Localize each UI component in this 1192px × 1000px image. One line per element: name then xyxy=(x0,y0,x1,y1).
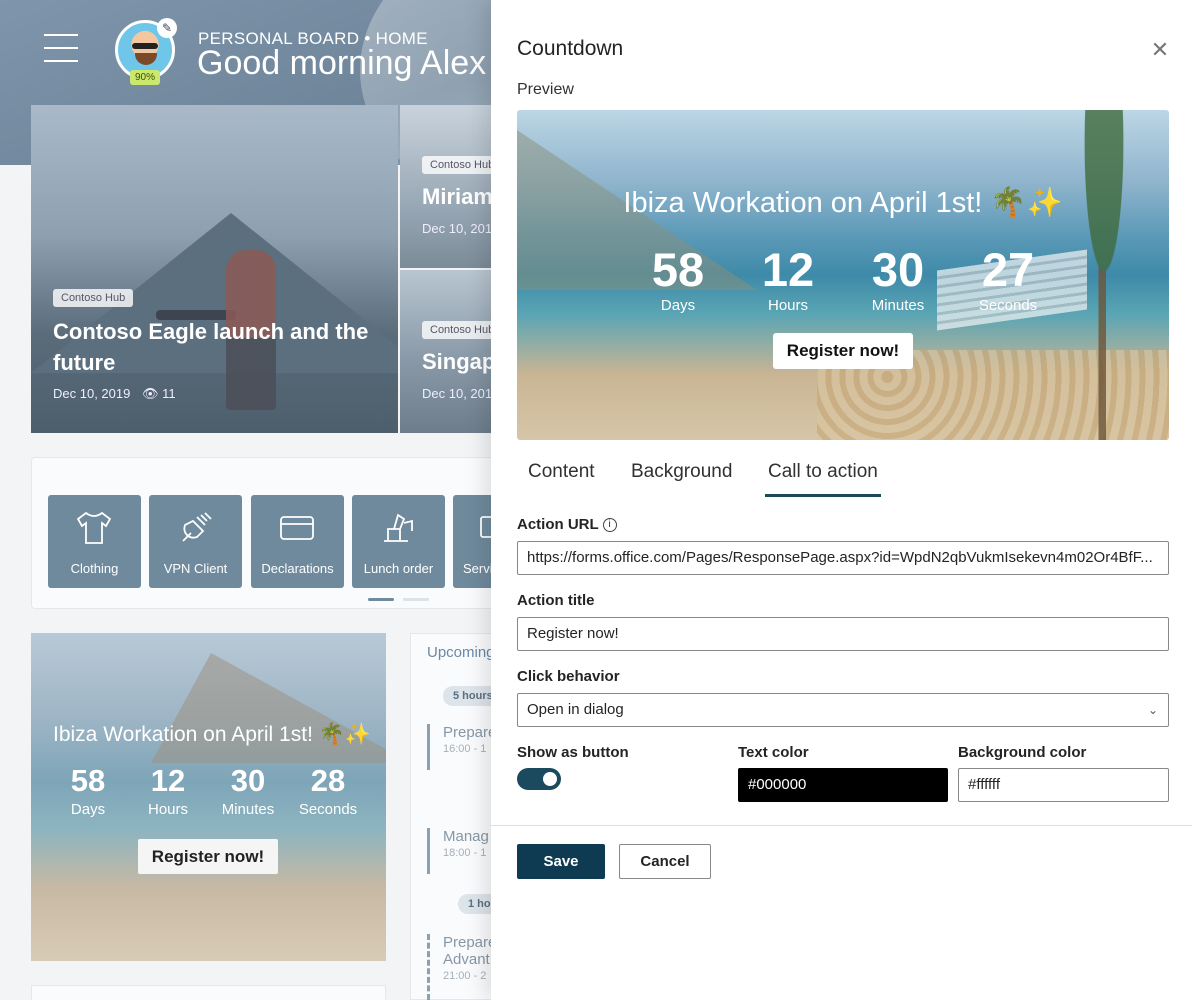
countdown-days-label: Days xyxy=(70,801,106,818)
quick-link-lunch-order[interactable]: Lunch order xyxy=(352,495,445,588)
event-time: 21:00 - 2 xyxy=(443,970,487,982)
quick-link-vpn-client[interactable]: VPN Client xyxy=(149,495,242,588)
show-as-button-label: Show as button xyxy=(517,744,629,761)
news-views: 11 xyxy=(162,386,176,401)
footer-divider xyxy=(491,825,1192,826)
countdown-settings-panel: Countdown ✕ Preview Ibiza Workation on A… xyxy=(491,0,1192,1000)
news-title[interactable]: Miriam xyxy=(422,181,493,212)
countdown-seconds-value: 28 xyxy=(310,763,346,798)
event-time: 16:00 - 1 xyxy=(443,743,487,755)
tab-background[interactable]: Background xyxy=(631,461,732,497)
preview-seconds-label: Seconds xyxy=(978,297,1038,314)
preview-minutes-label: Minutes xyxy=(871,297,925,314)
edit-pencil-icon[interactable]: ✎ xyxy=(157,18,177,38)
credit-card-icon xyxy=(280,516,314,540)
click-behavior-label: Click behavior xyxy=(517,668,620,685)
quick-link-clothing[interactable]: Clothing xyxy=(48,495,141,588)
text-color-input[interactable]: #000000 xyxy=(738,768,948,802)
action-url-label-row: Action URL i xyxy=(517,516,617,533)
action-title-input[interactable]: Register now! xyxy=(517,617,1169,651)
register-button[interactable]: Register now! xyxy=(138,839,278,874)
news-date: Dec 10, 2019 xyxy=(422,221,500,236)
quick-link-declarations[interactable]: Declarations xyxy=(251,495,344,588)
upcoming-title: Upcoming xyxy=(427,644,495,661)
news-date: Dec 10, 2019 xyxy=(422,386,500,401)
news-tag: Contoso Hub xyxy=(53,289,134,307)
news-title[interactable]: Contoso Eagle launch and the future xyxy=(53,316,383,378)
countdown-preview: Ibiza Workation on April 1st! 🌴✨ 58 Days… xyxy=(517,110,1169,440)
preview-hours-label: Hours xyxy=(767,297,808,314)
event-time: 18:00 - 1 xyxy=(443,847,487,859)
countdown-minutes-value: 30 xyxy=(230,763,266,798)
show-as-button-toggle[interactable] xyxy=(517,768,561,790)
countdown-hours-label: Hours xyxy=(147,801,188,818)
quick-link-label: Lunch order xyxy=(363,561,434,576)
eye-icon: 👁 xyxy=(141,386,159,401)
hamburger-menu-icon[interactable] xyxy=(44,34,78,64)
chevron-down-icon: ⌄ xyxy=(1147,703,1158,717)
event-item[interactable]: Prepare Advant 21:00 - 2 xyxy=(427,934,497,1000)
info-icon[interactable]: i xyxy=(602,518,617,532)
preview-label: Preview xyxy=(517,81,574,98)
save-button[interactable]: Save xyxy=(517,844,605,879)
carousel-dot-active[interactable] xyxy=(368,598,394,601)
plug-icon xyxy=(182,512,212,542)
news-title[interactable]: Singap xyxy=(422,346,495,377)
preview-minutes-value: 30 xyxy=(871,243,925,296)
news-card-featured[interactable]: Contoso Hub Contoso Eagle launch and the… xyxy=(31,105,398,433)
preview-register-button[interactable]: Register now! xyxy=(773,333,913,369)
countdown-card: Ibiza Workation on April 1st! 🌴✨ 58 Days… xyxy=(31,633,386,961)
countdown-days-value: 58 xyxy=(70,763,106,798)
event-title: Prepare xyxy=(443,724,497,741)
quick-link-label: VPN Client xyxy=(163,561,228,576)
preview-days-label: Days xyxy=(660,297,696,314)
event-item[interactable]: Manag 18:00 - 1 xyxy=(427,828,489,874)
quick-link-label: Servi xyxy=(463,561,493,576)
tab-call-to-action[interactable]: Call to action xyxy=(765,461,881,497)
text-color-label: Text color xyxy=(738,744,809,761)
news-date: Dec 10, 2019 xyxy=(53,386,131,401)
close-icon[interactable]: ✕ xyxy=(1150,39,1170,61)
tshirt-icon xyxy=(76,511,112,544)
carousel-dot[interactable] xyxy=(403,598,429,601)
quick-link-label: Declarations xyxy=(261,561,334,576)
click-behavior-value: Open in dialog xyxy=(527,701,624,718)
preview-hours-value: 12 xyxy=(761,243,815,296)
panel-title: Countdown xyxy=(517,37,624,60)
greeting-title: Good morning Alex xyxy=(197,44,487,82)
event-title: Manag xyxy=(443,828,489,845)
event-item[interactable]: Prepare 16:00 - 1 xyxy=(427,724,496,770)
action-title-label: Action title xyxy=(517,592,595,609)
avatar-badge: 90% xyxy=(130,70,160,85)
countdown-hours-value: 12 xyxy=(150,763,186,798)
background-color-label: Background color xyxy=(958,744,1087,761)
lunch-icon xyxy=(384,513,413,542)
action-url-input[interactable]: https://forms.office.com/Pages/ResponseP… xyxy=(517,541,1169,575)
todo-card xyxy=(31,985,386,1000)
cancel-button[interactable]: Cancel xyxy=(619,844,711,879)
quick-link-service[interactable]: Servi xyxy=(453,495,493,588)
quick-link-label: Clothing xyxy=(70,561,119,576)
tab-content[interactable]: Content xyxy=(528,461,595,497)
action-url-label: Action URL xyxy=(517,516,599,533)
countdown-minutes-label: Minutes xyxy=(221,801,275,818)
background-color-input[interactable]: #ffffff xyxy=(958,768,1169,802)
event-title: Prepare Advant xyxy=(443,934,497,968)
preview-title: Ibiza Workation on April 1st! 🌴✨ xyxy=(623,187,1063,219)
countdown-title: Ibiza Workation on April 1st! 🌴✨ xyxy=(53,723,372,746)
preview-seconds-value: 27 xyxy=(981,243,1035,296)
preview-days-value: 58 xyxy=(651,243,705,296)
click-behavior-select[interactable]: Open in dialog ⌄ xyxy=(517,693,1169,727)
countdown-seconds-label: Seconds xyxy=(298,801,358,818)
